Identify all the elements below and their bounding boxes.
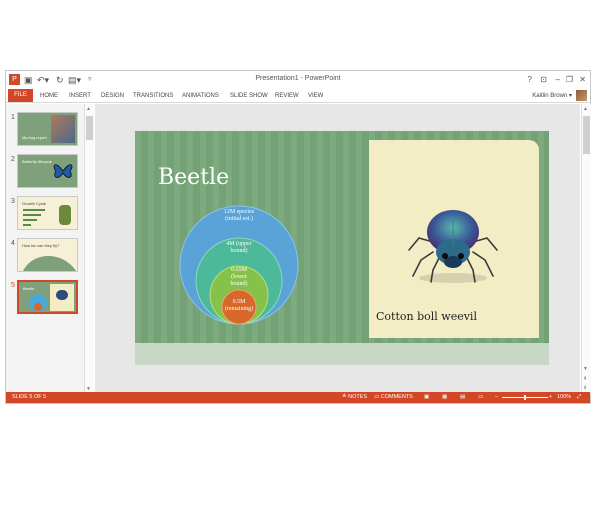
circle-label: bound): [231, 280, 248, 287]
ribbon-tabs: FILE HOME INSERT DESIGN TRANSITIONS ANIM…: [6, 89, 590, 103]
next-slide-icon[interactable]: ⇟: [583, 385, 587, 391]
circle-label: 4M (upper: [226, 240, 252, 247]
tab-view[interactable]: VIEW: [308, 91, 323, 101]
thumbnail-title: How far can they fly?: [22, 243, 60, 248]
comment-icon: ▭: [374, 394, 380, 400]
thumbnail-number: 5: [11, 282, 15, 289]
maximize-icon[interactable]: ❐: [566, 74, 573, 86]
slide-thumbnail-1[interactable]: My bug report: [17, 112, 78, 146]
tab-review[interactable]: REVIEW: [275, 91, 299, 101]
beetle-image: [56, 290, 68, 300]
tab-design[interactable]: DESIGN: [101, 91, 124, 101]
scrollbar-thumb[interactable]: [583, 116, 590, 154]
beetle-image[interactable]: [403, 198, 503, 288]
user-name[interactable]: Kaitlin Brown ▾: [532, 91, 572, 101]
slide-thumbnail-3[interactable]: Growth Cycle: [17, 196, 78, 230]
tab-file[interactable]: FILE: [8, 89, 33, 102]
thumbnail-number: 3: [11, 198, 15, 205]
zoom-out-button[interactable]: –: [495, 393, 498, 402]
zoom-level[interactable]: 100%: [557, 393, 571, 402]
zoom-in-button[interactable]: +: [549, 393, 552, 402]
notes-button[interactable]: ≙ NOTES: [342, 393, 367, 402]
comments-label: COMMENTS: [380, 394, 413, 400]
status-bar: SLIDE 5 OF 5 ≙ NOTES ▭ COMMENTS ▣ ▦ ▤ ▭ …: [6, 392, 590, 403]
slide-thumbnail-4[interactable]: How far can they fly?: [17, 238, 78, 272]
scroll-down-icon[interactable]: ▼: [583, 366, 588, 372]
thumbnails-scrollbar[interactable]: ▲ ▼: [84, 104, 94, 394]
tab-home[interactable]: HOME: [40, 91, 58, 101]
slide-sorter-icon[interactable]: ▦: [442, 393, 447, 402]
powerpoint-window: P ▣ ↶▾ ↻ ▤▾ ▿ Presentation1 - PowerPoint…: [5, 70, 591, 404]
notes-icon: ≙: [342, 394, 347, 400]
slide-thumbnail-5[interactable]: Beetle: [17, 280, 78, 314]
thumbnail-title: Beetle: [23, 286, 35, 291]
circle-label: (remaining): [225, 305, 253, 312]
scroll-up-icon[interactable]: ▲: [583, 106, 588, 112]
thumbnail-number: 4: [11, 240, 15, 247]
scrollbar-thumb[interactable]: [86, 116, 93, 140]
help-icon[interactable]: ?: [528, 74, 532, 86]
tab-transitions[interactable]: TRANSITIONS: [133, 91, 173, 101]
circle-label: 12M species: [224, 209, 255, 215]
thumbnail-title: My bug report: [22, 135, 47, 140]
ribbon-display-icon[interactable]: ⊡: [540, 74, 547, 86]
tab-insert[interactable]: INSERT: [69, 91, 91, 101]
user-name-label: Kaitlin Brown: [532, 93, 568, 99]
circle-label: (lower: [231, 273, 247, 280]
scroll-up-icon[interactable]: ▲: [86, 106, 91, 112]
thumbnail-title: Growth Cycle: [22, 201, 47, 206]
circle-label: 0.65M: [231, 267, 248, 273]
normal-view-icon[interactable]: ▣: [424, 393, 429, 402]
thumbnail-number: 2: [11, 156, 15, 163]
circle-label: bound): [231, 247, 248, 254]
map-image: [23, 256, 76, 271]
slide-scrollbar[interactable]: ▲ ▼ ⇞ ⇟: [581, 104, 591, 394]
caterpillar-image: [59, 205, 71, 225]
current-slide[interactable]: Beetle 12M species (initial est.) 4M (up…: [135, 131, 549, 365]
butterfly-icon: [53, 164, 73, 178]
fit-slide-icon[interactable]: ⤢: [577, 393, 581, 402]
tab-slide-show[interactable]: SLIDE SHOW: [230, 91, 268, 101]
zoom-slider-thumb[interactable]: [524, 395, 526, 400]
tab-animations[interactable]: ANIMATIONS: [182, 91, 219, 101]
slide-editing-area[interactable]: Beetle 12M species (initial est.) 4M (up…: [95, 104, 580, 394]
previous-slide-icon[interactable]: ⇞: [583, 376, 587, 382]
thumbnail-title: Butterfly lifecycle: [22, 159, 53, 164]
image-panel[interactable]: Cotton boll weevil: [369, 140, 539, 338]
avatar[interactable]: [576, 90, 587, 101]
circle-label: (initial est.): [225, 215, 253, 222]
slide-show-icon[interactable]: ▭: [478, 393, 483, 402]
title-bar: P ▣ ↶▾ ↻ ▤▾ ▿ Presentation1 - PowerPoint…: [6, 71, 590, 89]
thumbnail-number: 1: [11, 114, 15, 121]
close-icon[interactable]: ✕: [579, 74, 586, 86]
window-title: Presentation1 - PowerPoint: [255, 75, 341, 82]
user-dropdown-icon: ▾: [568, 93, 572, 99]
minimize-icon[interactable]: –: [556, 74, 560, 86]
slide-counter: SLIDE 5 OF 5: [12, 394, 47, 400]
notes-label: NOTES: [348, 394, 368, 400]
photo-image: [51, 115, 75, 143]
circle-label: 0.5M: [233, 299, 247, 305]
slide-thumbnail-2[interactable]: Butterfly lifecycle: [17, 154, 78, 188]
image-caption[interactable]: Cotton boll weevil: [376, 310, 477, 323]
reading-view-icon[interactable]: ▤: [460, 393, 465, 402]
nested-circle-diagram[interactable]: 12M species (initial est.) 4M (upper bou…: [179, 197, 299, 333]
slide-bottom-band: [135, 343, 549, 365]
slide-thumbnails-pane: 1 My bug report 2 Butterfly lifecycle 3 …: [6, 104, 94, 394]
slide-title[interactable]: Beetle: [158, 165, 229, 190]
comments-button[interactable]: ▭ COMMENTS: [374, 393, 413, 402]
